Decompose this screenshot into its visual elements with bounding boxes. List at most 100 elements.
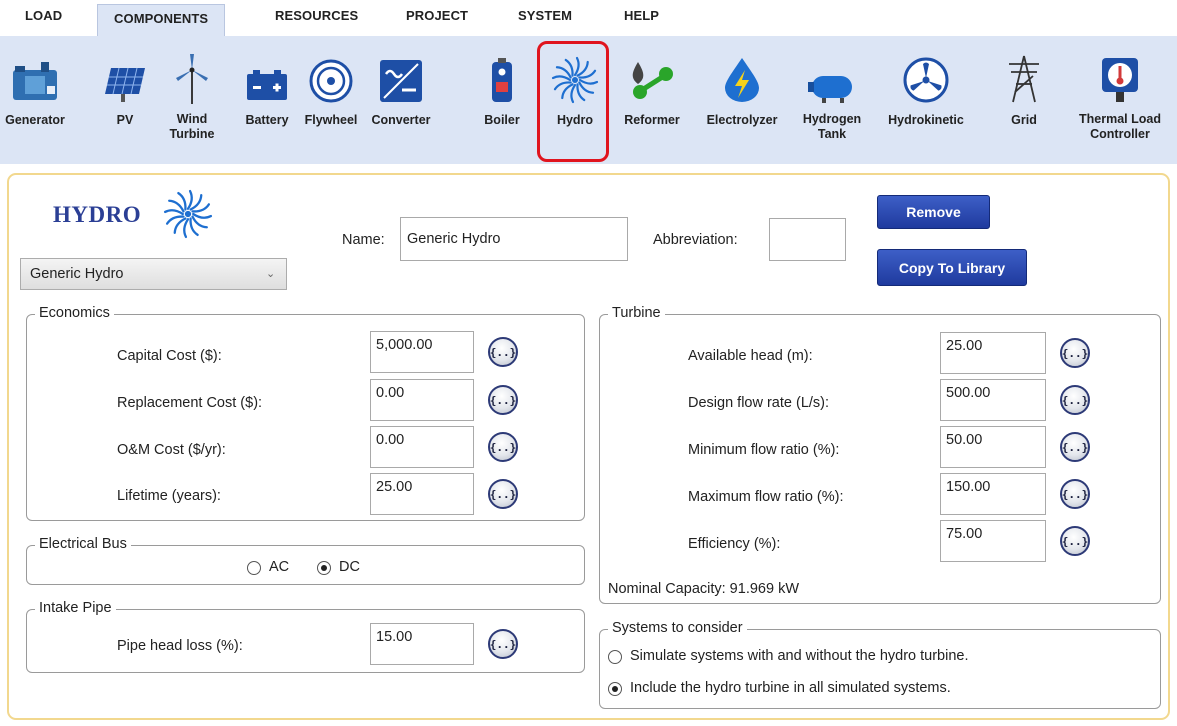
chevron-down-icon: ⌄ [266, 268, 276, 280]
ribbon-wind-label-1: Wind [176, 112, 208, 126]
ribbon-reformer-button[interactable]: Reformer [616, 44, 688, 129]
available-head-sensitivity-button[interactable]: {..} [1060, 338, 1090, 368]
preset-dropdown-value: Generic Hydro [30, 266, 124, 282]
systems-legend: Systems to consider [608, 620, 747, 636]
ribbon-thermal-label-2: Controller [1090, 127, 1150, 141]
bus-dc-radio[interactable] [317, 561, 331, 575]
remove-button[interactable]: Remove [877, 195, 990, 229]
hydrokinetic-icon [878, 44, 974, 104]
lifetime-label: Lifetime (years): [117, 488, 221, 504]
turbine-legend: Turbine [608, 305, 665, 321]
hydro-highlight-box [537, 41, 609, 162]
tab-system[interactable]: SYSTEM [518, 8, 572, 23]
maximum-flow-ratio-field[interactable]: 150.00 [940, 473, 1046, 515]
generator-icon [0, 44, 70, 104]
boiler-icon [482, 44, 522, 104]
ribbon-generator-button[interactable]: Generator [0, 44, 70, 129]
turbine-group: Turbine Available head (m): 25.00 {..} D… [599, 305, 1161, 604]
simulate-with-without-label: Simulate systems with and without the hy… [630, 648, 969, 664]
systems-to-consider-group: Systems to consider Simulate systems wit… [599, 620, 1161, 709]
ribbon-electrolyzer-button[interactable]: Electrolyzer [696, 44, 788, 129]
converter-icon [362, 44, 440, 104]
hydro-properties-panel: HYDRO Generic Hydro ⌄ Name: Generic Hydr… [7, 173, 1170, 720]
ribbon-boiler-button[interactable]: Boiler [482, 44, 522, 129]
lifetime-sensitivity-button[interactable]: {..} [488, 479, 518, 509]
intake-pipe-group: Intake Pipe Pipe head loss (%): 15.00 {.… [26, 600, 585, 673]
replacement-cost-field[interactable]: 0.00 [370, 379, 474, 421]
tab-help[interactable]: HELP [624, 8, 659, 23]
ribbon-flywheel-button[interactable]: Flywheel [300, 44, 362, 129]
om-cost-label: O&M Cost ($/yr): [117, 442, 226, 458]
ribbon-thermal-label-1: Thermal Load [1079, 112, 1161, 126]
tab-load[interactable]: LOAD [25, 8, 62, 23]
ribbon-wind-label-2: Turbine [169, 127, 215, 141]
efficiency-sensitivity-button[interactable]: {..} [1060, 526, 1090, 556]
include-in-all-label: Include the hydro turbine in all simulat… [630, 680, 951, 696]
ribbon-hydrogen-label-2: Tank [817, 127, 847, 141]
lifetime-field[interactable]: 25.00 [370, 473, 474, 515]
include-in-all-radio[interactable] [608, 682, 622, 696]
hydrogen-tank-icon [800, 44, 864, 104]
maximum-flow-ratio-sensitivity-button[interactable]: {..} [1060, 479, 1090, 509]
capital-cost-field[interactable]: 5,000.00 [370, 331, 474, 373]
minimum-flow-ratio-sensitivity-button[interactable]: {..} [1060, 432, 1090, 462]
reformer-icon [616, 44, 688, 104]
capital-cost-sensitivity-button[interactable]: {..} [488, 337, 518, 367]
tab-resources[interactable]: RESOURCES [275, 8, 358, 23]
simulate-with-without-radio[interactable] [608, 650, 622, 664]
bus-dc-label: DC [339, 559, 360, 575]
electrolyzer-icon [696, 44, 788, 104]
intake-pipe-legend: Intake Pipe [35, 600, 116, 616]
electrical-bus-legend: Electrical Bus [35, 536, 131, 552]
ribbon-thermal-load-controller-button[interactable]: Thermal Load Controller [1064, 44, 1176, 142]
copy-to-library-button[interactable]: Copy To Library [877, 249, 1027, 286]
efficiency-label: Efficiency (%): [688, 536, 781, 552]
pipe-head-loss-field[interactable]: 15.00 [370, 623, 474, 665]
ribbon-pv-button[interactable]: PV [102, 44, 148, 129]
ribbon-battery-button[interactable]: Battery [240, 44, 294, 129]
abbreviation-field[interactable] [769, 218, 846, 261]
replacement-cost-label: Replacement Cost ($): [117, 395, 263, 411]
bus-ac-label: AC [269, 559, 290, 575]
pipe-head-loss-label: Pipe head loss (%): [117, 638, 243, 654]
preset-dropdown[interactable]: Generic Hydro ⌄ [20, 258, 287, 290]
design-flow-rate-field[interactable]: 500.00 [940, 379, 1046, 421]
economics-legend: Economics [35, 305, 114, 321]
bus-ac-radio[interactable] [247, 561, 261, 575]
minimum-flow-ratio-field[interactable]: 50.00 [940, 426, 1046, 468]
ribbon-hydrogen-tank-button[interactable]: Hydrogen Tank [800, 44, 864, 142]
economics-group: Economics Capital Cost ($): 5,000.00 {..… [26, 305, 585, 521]
name-label: Name: [342, 232, 385, 248]
name-field[interactable]: Generic Hydro [400, 217, 628, 261]
menu-tab-bar: LOAD COMPONENTS RESOURCES PROJECT SYSTEM… [0, 0, 1177, 36]
available-head-label: Available head (m): [688, 348, 813, 364]
electrical-bus-group: Electrical Bus AC DC [26, 536, 585, 585]
available-head-field[interactable]: 25.00 [940, 332, 1046, 374]
panel-title: HYDRO [53, 202, 142, 227]
panel-hydro-icon [163, 189, 213, 244]
ribbon-hydrogen-label-1: Hydrogen [802, 112, 862, 126]
ribbon-wind-turbine-button[interactable]: Wind Turbine [166, 44, 218, 142]
om-cost-sensitivity-button[interactable]: {..} [488, 432, 518, 462]
nominal-capacity-text: Nominal Capacity: 91.969 kW [608, 581, 799, 597]
om-cost-field[interactable]: 0.00 [370, 426, 474, 468]
flywheel-icon [300, 44, 362, 104]
pipe-head-loss-sensitivity-button[interactable]: {..} [488, 629, 518, 659]
wind-turbine-icon [166, 44, 218, 104]
grid-icon [1002, 44, 1046, 104]
minimum-flow-ratio-label: Minimum flow ratio (%): [688, 442, 840, 458]
efficiency-field[interactable]: 75.00 [940, 520, 1046, 562]
battery-icon [240, 44, 294, 104]
thermal-load-controller-icon [1064, 44, 1176, 104]
replacement-cost-sensitivity-button[interactable]: {..} [488, 385, 518, 415]
ribbon-grid-button[interactable]: Grid [1002, 44, 1046, 129]
design-flow-rate-sensitivity-button[interactable]: {..} [1060, 385, 1090, 415]
ribbon-hydrokinetic-button[interactable]: Hydrokinetic [878, 44, 974, 129]
pv-panel-icon [102, 44, 148, 104]
maximum-flow-ratio-label: Maximum flow ratio (%): [688, 489, 844, 505]
tab-components[interactable]: COMPONENTS [97, 4, 226, 36]
tab-project[interactable]: PROJECT [406, 8, 468, 23]
abbreviation-label: Abbreviation: [653, 232, 738, 248]
capital-cost-label: Capital Cost ($): [117, 348, 222, 364]
ribbon-converter-button[interactable]: Converter [362, 44, 440, 129]
